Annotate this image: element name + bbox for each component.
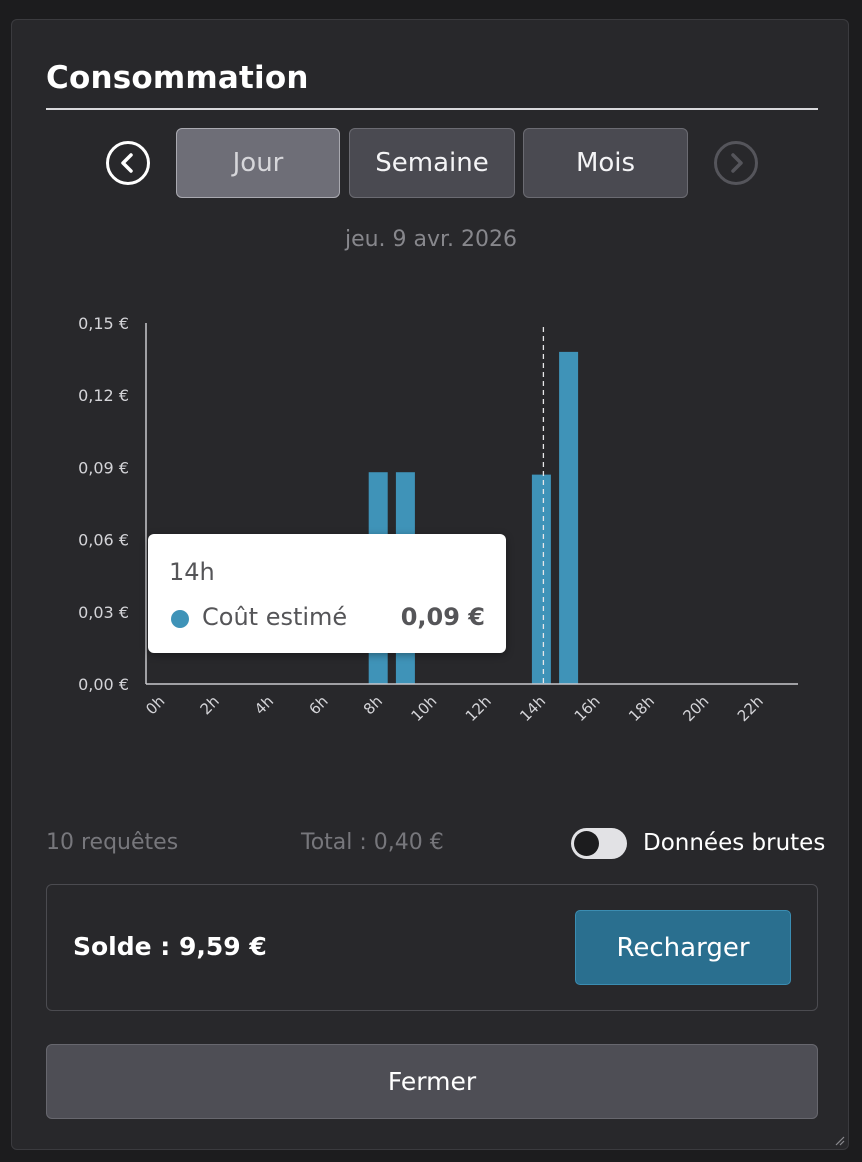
x-tick-label: 14h	[516, 692, 549, 725]
x-tick-label: 6h	[305, 692, 331, 718]
request-count: 10 requêtes	[46, 830, 179, 855]
x-tick-label: 10h	[407, 692, 440, 725]
y-tick-label: 0,15 €	[78, 314, 129, 333]
y-tick-label: 0,03 €	[78, 603, 129, 622]
x-tick-label: 4h	[251, 692, 277, 718]
close-button[interactable]: Fermer	[46, 1044, 818, 1119]
toggle-knob	[574, 831, 599, 856]
balance-text: Solde : 9,59 €	[73, 932, 267, 961]
recharge-button[interactable]: Recharger	[575, 910, 791, 985]
x-tick-label: 16h	[571, 692, 604, 725]
y-tick-label: 0,12 €	[78, 386, 129, 405]
x-tick-label: 22h	[734, 692, 767, 725]
raw-data-toggle[interactable]	[571, 828, 627, 859]
resize-grip-icon[interactable]	[833, 1134, 845, 1146]
consumption-chart: 0,00 € 0,03 € 0,06 € 0,09 € 0,12 € 0,15 € 0h 2…	[78, 314, 798, 725]
series-dot-icon	[171, 610, 189, 628]
x-tick-label: 2h	[197, 692, 223, 718]
x-tick-label: 8h	[360, 692, 386, 718]
chart-tooltip: 14h Coût estimé 0,09 €	[148, 534, 506, 653]
x-tick-label: 20h	[679, 692, 712, 725]
x-tick-label: 12h	[462, 692, 495, 725]
chart-bar	[531, 474, 551, 684]
chart-bar	[559, 351, 579, 684]
x-tick-label: 18h	[625, 692, 658, 725]
consumption-dialog: Consommation Jour Semaine Mois jeu. 9 av…	[11, 19, 849, 1150]
balance-card: Solde : 9,59 € Recharger	[46, 884, 818, 1011]
tooltip-value: 0,09 €	[400, 603, 485, 631]
total-cost: Total : 0,40 €	[301, 830, 444, 855]
tooltip-label: Coût estimé	[202, 603, 348, 631]
y-tick-label: 0,09 €	[78, 458, 129, 477]
y-tick-label: 0,00 €	[78, 675, 129, 694]
tooltip-title: 14h	[169, 558, 215, 586]
raw-data-label: Données brutes	[643, 830, 826, 856]
x-tick-label: 0h	[142, 692, 168, 718]
y-tick-label: 0,06 €	[78, 531, 129, 550]
